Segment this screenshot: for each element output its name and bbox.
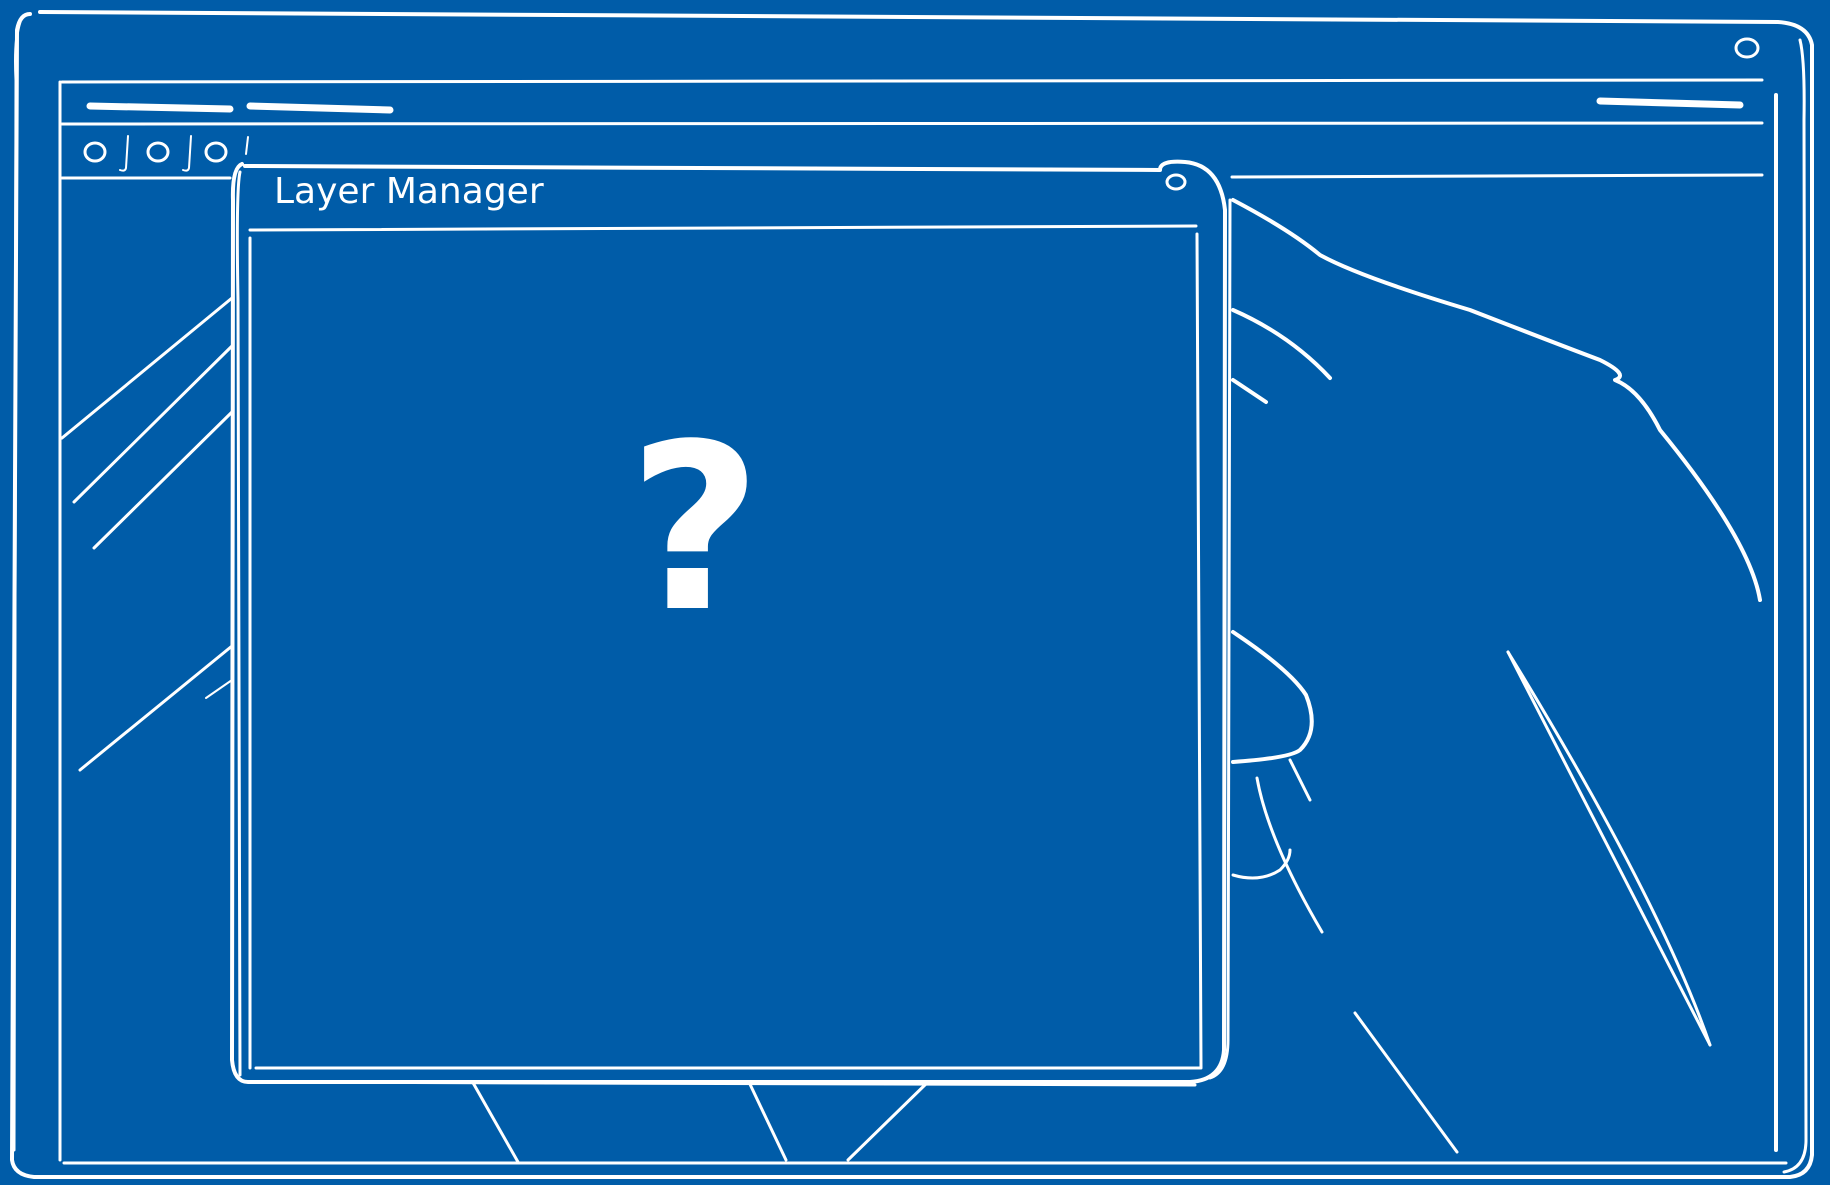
toolbar-button-2[interactable] bbox=[142, 136, 174, 168]
toolbar-button-1[interactable] bbox=[80, 136, 112, 168]
wireframe-canvas: Layer Manager ? bbox=[0, 0, 1830, 1185]
dialog-close-button[interactable] bbox=[1160, 168, 1192, 196]
main-window-close-button[interactable] bbox=[1730, 32, 1764, 64]
dialog-title: Layer Manager bbox=[274, 171, 544, 212]
toolbar-button-3[interactable] bbox=[200, 136, 232, 168]
layer-manager-content-area bbox=[252, 236, 1196, 1066]
